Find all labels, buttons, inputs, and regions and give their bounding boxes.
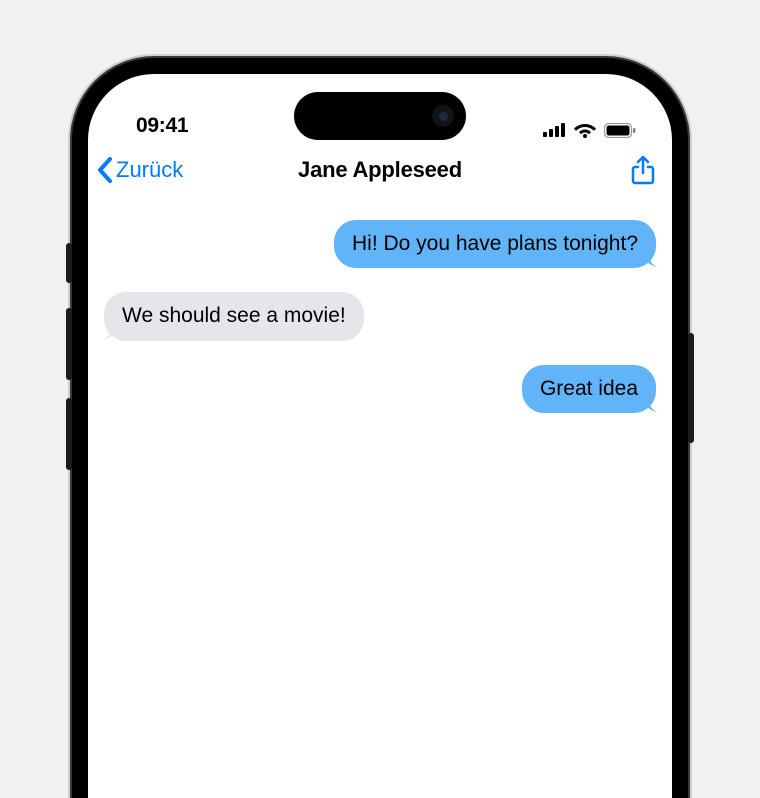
received-message-bubble[interactable]: We should see a movie!	[104, 292, 364, 340]
back-button[interactable]: Zurück	[96, 156, 183, 184]
message-row: We should see a movie!	[104, 292, 656, 340]
dynamic-island	[294, 92, 466, 140]
share-icon	[630, 154, 656, 186]
phone-screen: 09:41	[88, 74, 672, 798]
sent-message-bubble[interactable]: Great idea	[522, 365, 656, 413]
front-camera-icon	[432, 105, 454, 127]
bubble-tail-icon	[644, 250, 662, 268]
messages-area[interactable]: Hi! Do you have plans tonight? We should…	[88, 198, 672, 413]
wifi-icon	[574, 122, 596, 138]
battery-icon	[604, 123, 636, 138]
message-row: Hi! Do you have plans tonight?	[104, 220, 656, 268]
bubble-tail-icon	[98, 323, 116, 341]
chevron-left-icon	[96, 156, 114, 184]
status-icons	[543, 122, 636, 138]
status-time: 09:41	[136, 114, 188, 138]
message-text: Great idea	[540, 377, 638, 400]
power-button	[688, 333, 694, 443]
message-row: Great idea	[104, 365, 656, 413]
share-button[interactable]	[630, 154, 656, 186]
volume-down-button	[66, 398, 72, 470]
cellular-icon	[543, 123, 566, 137]
nav-bar: Zurück Jane Appleseed	[88, 142, 672, 198]
sent-message-bubble[interactable]: Hi! Do you have plans tonight?	[334, 220, 656, 268]
message-text: We should see a movie!	[122, 304, 346, 327]
message-text: Hi! Do you have plans tonight?	[352, 232, 638, 255]
volume-up-button	[66, 308, 72, 380]
back-label: Zurück	[116, 157, 183, 183]
bubble-tail-icon	[644, 395, 662, 413]
silent-switch	[66, 243, 72, 283]
contact-name: Jane Appleseed	[298, 157, 462, 183]
phone-frame: 09:41	[72, 58, 688, 798]
